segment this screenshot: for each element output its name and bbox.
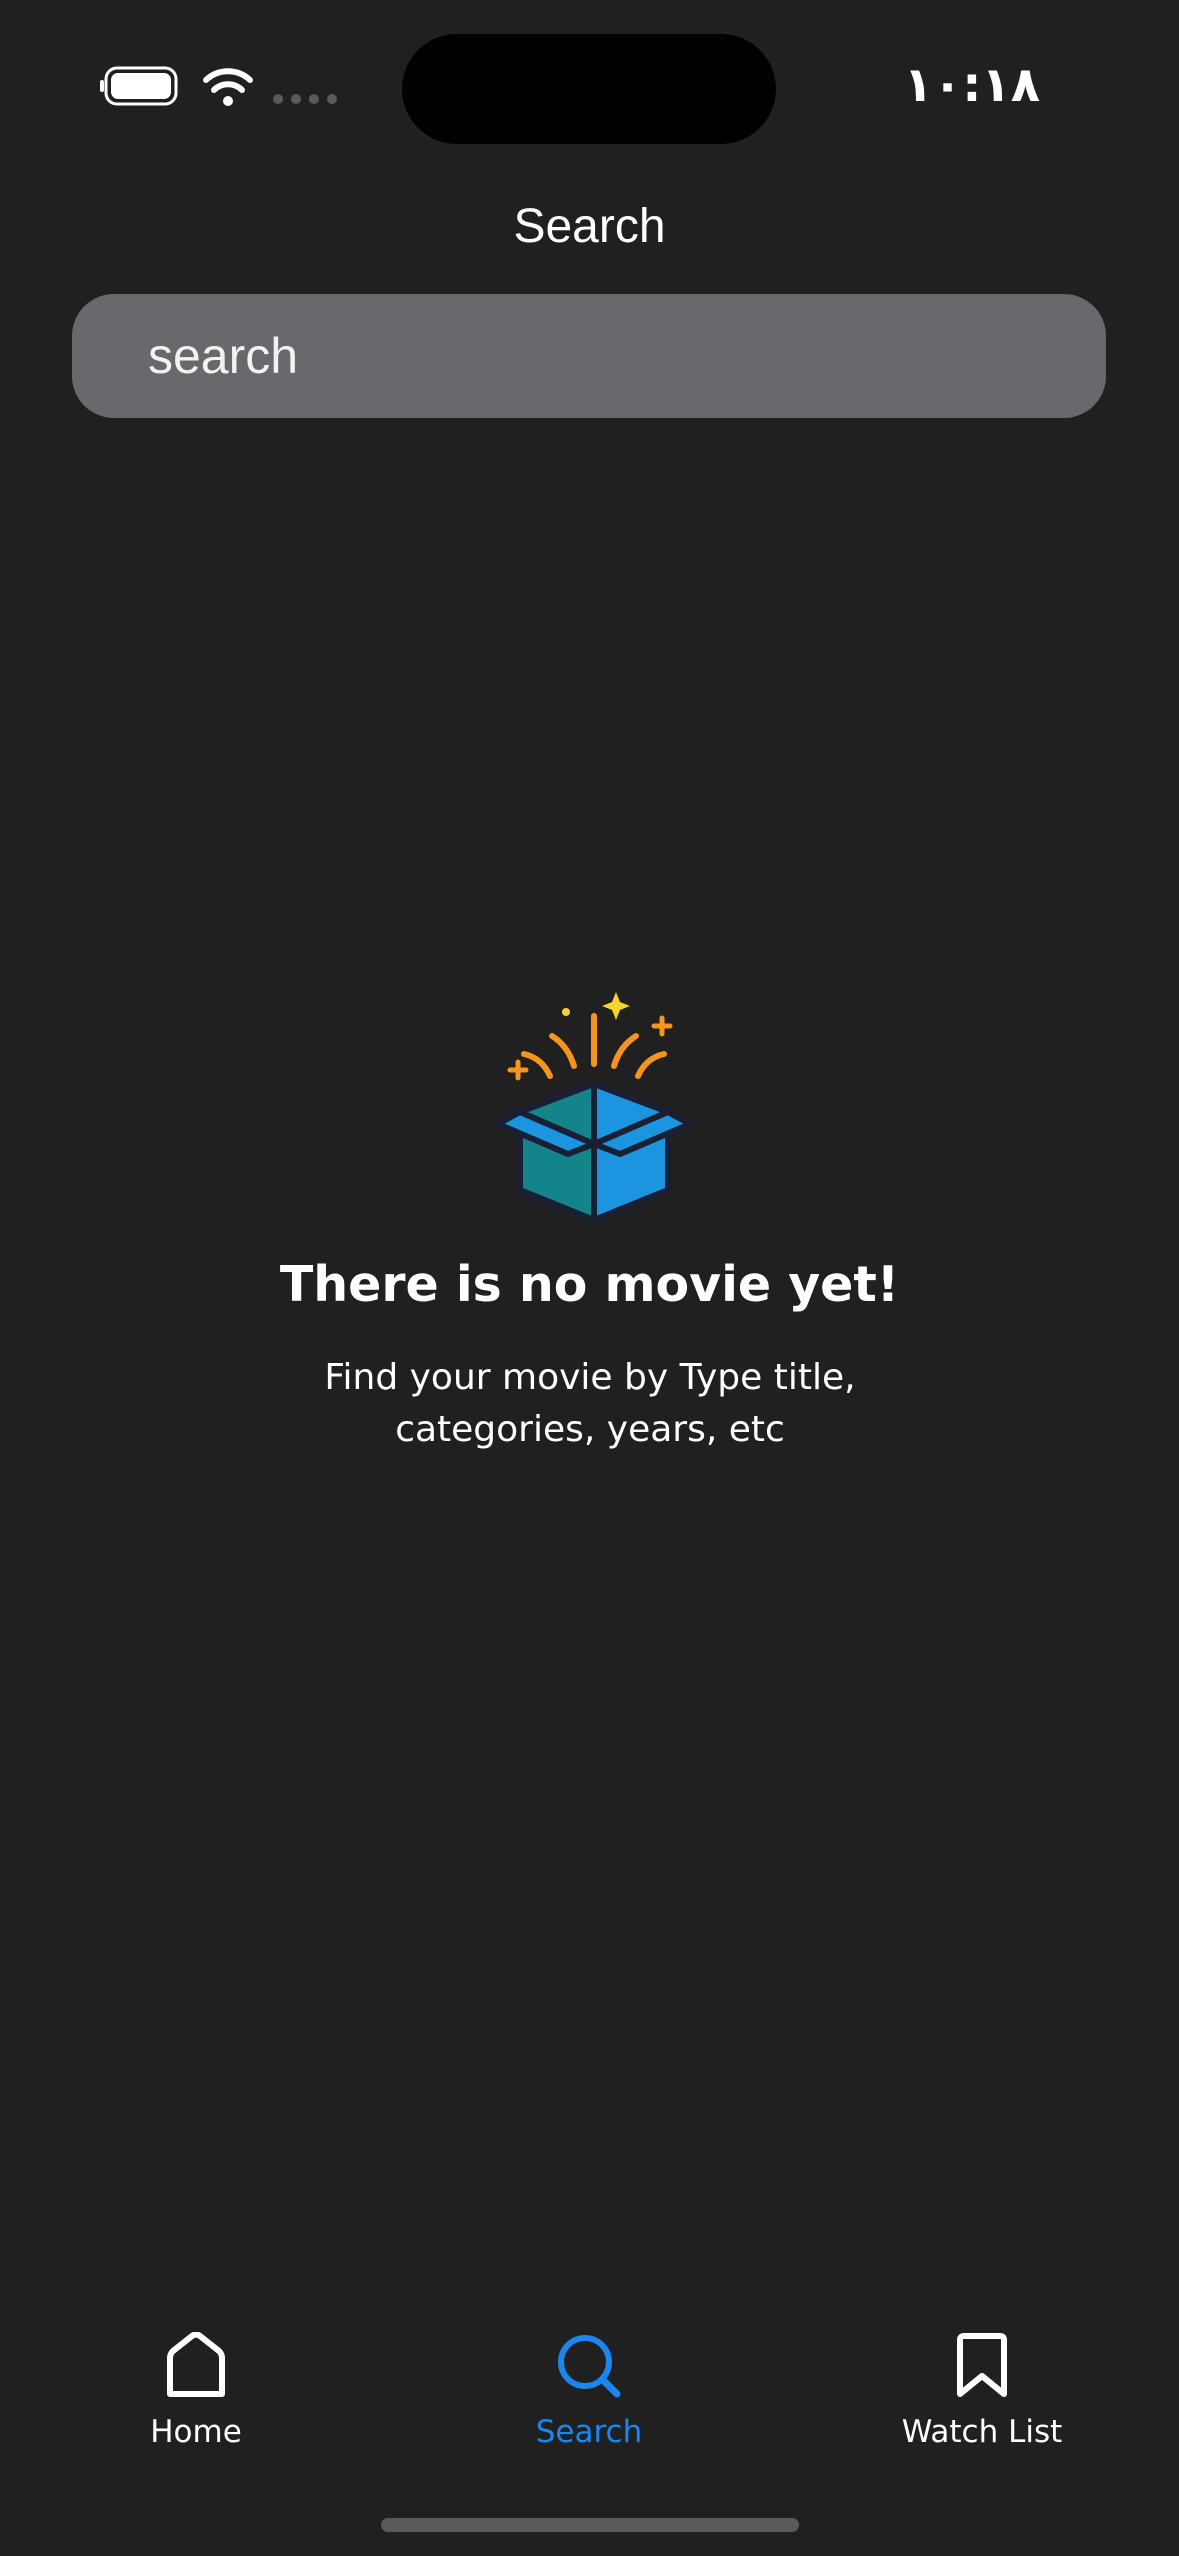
home-icon bbox=[167, 2332, 225, 2397]
tab-search[interactable]: Search bbox=[459, 2300, 719, 2480]
tab-watch-list-label: Watch List bbox=[901, 2414, 1063, 2450]
battery-icon bbox=[100, 66, 178, 106]
wifi-icon bbox=[203, 68, 253, 106]
empty-state-description: Find your movie by Type title, categorie… bbox=[324, 1357, 856, 1450]
open-box-icon bbox=[495, 992, 693, 1223]
empty-state-title: There is no movie yet! bbox=[279, 1256, 900, 1313]
home-indicator bbox=[381, 2518, 799, 2532]
search-input[interactable] bbox=[148, 294, 1048, 418]
tab-bar: Home Search Watch List bbox=[0, 2300, 1179, 2480]
bookmark-icon bbox=[957, 2333, 1007, 2397]
status-time: ١٠:١٨ bbox=[903, 57, 1040, 113]
search-icon bbox=[558, 2335, 621, 2398]
tab-search-label: Search bbox=[535, 2414, 643, 2450]
status-bar: ١٠:١٨ bbox=[0, 0, 1179, 180]
cellular-signal-icon bbox=[273, 94, 337, 104]
tab-home[interactable]: Home bbox=[66, 2300, 326, 2480]
tab-watch-list[interactable]: Watch List bbox=[852, 2300, 1112, 2480]
search-field[interactable] bbox=[72, 294, 1106, 418]
tab-home-label: Home bbox=[150, 2414, 242, 2450]
page-title: Search bbox=[513, 200, 666, 253]
dynamic-island bbox=[402, 34, 776, 144]
